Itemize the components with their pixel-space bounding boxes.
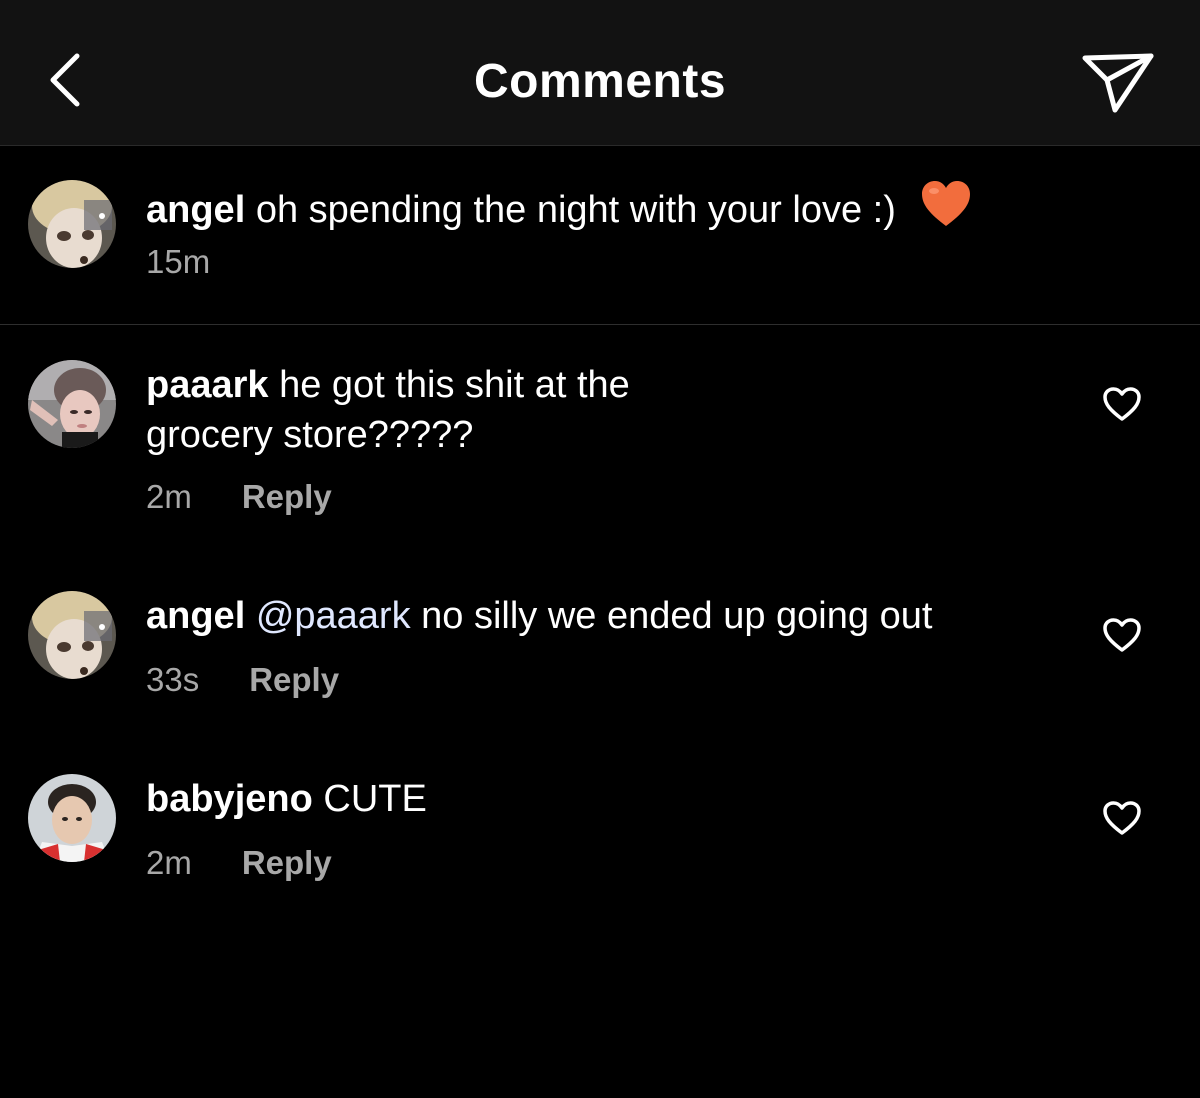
like-button[interactable]: [1100, 613, 1144, 657]
paper-plane-icon: [1082, 53, 1153, 112]
heart-outline-icon: [1103, 801, 1141, 835]
comment-text-continued: grocery store?????: [146, 414, 474, 456]
avatar-image: [28, 591, 116, 679]
heart-outline-icon: [1103, 618, 1141, 652]
username[interactable]: paaark: [146, 364, 269, 406]
comment-text: no silly we ended up going out: [421, 595, 933, 637]
comment-meta: 33s Reply: [146, 660, 339, 700]
timestamp: 2m: [146, 478, 192, 515]
comment-text-line: paaark he got this shit at the: [146, 360, 630, 410]
heart-outline-icon: [1103, 387, 1141, 421]
reply-button[interactable]: Reply: [242, 844, 332, 881]
username[interactable]: babyjeno: [146, 778, 313, 820]
timestamp: 33s: [146, 661, 200, 698]
mention-link[interactable]: @paaark: [256, 595, 411, 637]
avatar-image: [28, 360, 116, 448]
avatar-image: [28, 774, 116, 862]
comment-text: CUTE: [323, 778, 427, 820]
comment-meta: 15m: [146, 242, 210, 282]
reply-button[interactable]: Reply: [242, 478, 332, 515]
share-button[interactable]: [1075, 45, 1160, 120]
comment-meta: 2m Reply: [146, 477, 332, 517]
username[interactable]: angel: [146, 595, 245, 637]
comment-text: oh spending the night with your love :): [255, 189, 896, 231]
comment-text-line: grocery store?????: [146, 410, 473, 460]
comment-text-line: babyjeno CUTE: [146, 774, 427, 824]
caption-text: angel oh spending the night with your lo…: [146, 180, 972, 241]
timestamp: 15m: [146, 243, 211, 280]
comment-text: he got this shit at the: [279, 364, 630, 406]
orange-heart-emoji: [920, 180, 972, 241]
username[interactable]: angel: [146, 189, 245, 231]
comment-meta: 2m Reply: [146, 843, 332, 883]
avatar[interactable]: [28, 774, 116, 862]
like-button[interactable]: [1100, 382, 1144, 426]
comments-screen: Comments angel oh spending the night wit…: [0, 0, 1200, 1098]
top-bar: Comments: [0, 0, 1200, 146]
avatar[interactable]: [28, 360, 116, 448]
caption-row: angel oh spending the night with your lo…: [0, 146, 1200, 325]
comment-text-line: angel @paaark no silly we ended up going…: [146, 591, 932, 641]
timestamp: 2m: [146, 844, 192, 881]
page-title: Comments: [473, 55, 727, 108]
avatar[interactable]: [28, 591, 116, 679]
avatar[interactable]: [28, 180, 116, 268]
reply-button[interactable]: Reply: [249, 661, 339, 698]
like-button[interactable]: [1100, 796, 1144, 840]
avatar-image: [28, 180, 116, 268]
